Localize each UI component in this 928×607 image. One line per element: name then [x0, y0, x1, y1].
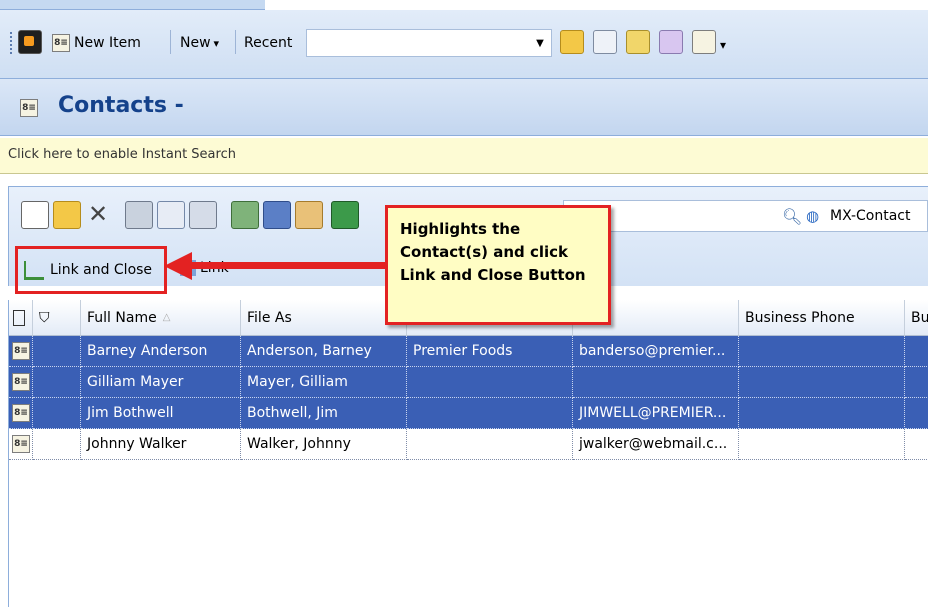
- file-as-cell: Mayer, Gilliam: [241, 367, 407, 398]
- search-icon[interactable]: 🔍︎: [782, 207, 802, 226]
- edit-folder-icon[interactable]: [659, 30, 683, 54]
- full-name-cell: Johnny Walker: [81, 429, 241, 460]
- file-as-cell: Bothwell, Jim: [241, 398, 407, 429]
- company-cell: [407, 367, 573, 398]
- contact-card-icon: 8≡: [12, 342, 30, 360]
- column-header-label: Bu: [911, 309, 928, 326]
- business-fax-cell: [905, 429, 928, 460]
- table-row[interactable]: 8≡ Jim Bothwell Bothwell, Jim JIMWELL@PR…: [9, 398, 928, 429]
- org-chart-icon: [24, 260, 44, 280]
- business-phone-cell: [739, 367, 905, 398]
- column-header-file-as[interactable]: File As: [241, 300, 407, 336]
- business-fax-cell: [905, 398, 928, 429]
- column-header-business-phone[interactable]: Business Phone: [739, 300, 905, 336]
- callout-line: Contact(s) and click: [400, 243, 569, 261]
- callout-arrow: [180, 262, 390, 269]
- open-folder-icon[interactable]: [560, 30, 584, 54]
- contacts-icon: 8≡: [20, 99, 38, 117]
- toolbar-separator: [235, 30, 236, 54]
- delete-icon[interactable]: ✕: [85, 200, 111, 228]
- column-header-label: Business Phone: [745, 309, 855, 326]
- outlook-app-icon[interactable]: [18, 30, 42, 54]
- new-dropdown-button[interactable]: New ▾: [180, 31, 219, 55]
- full-name-cell: Barney Anderson: [81, 336, 241, 367]
- chevron-down-icon: ▾: [213, 36, 220, 50]
- details-icon[interactable]: [189, 201, 217, 229]
- callout-line: Link and Close Button: [400, 266, 586, 284]
- company-cell: [407, 398, 573, 429]
- new-document-icon[interactable]: [21, 201, 49, 229]
- instant-search-text: Click here to enable Instant Search: [8, 147, 236, 162]
- contact-card-icon: 8≡: [12, 435, 30, 453]
- flag-column-header[interactable]: ⛉: [33, 300, 81, 336]
- full-name-cell: Gilliam Mayer: [81, 367, 241, 398]
- column-header-label: Full Name: [87, 309, 157, 326]
- callout-line: Highlights the: [400, 220, 521, 238]
- link-and-close-label: Link and Close: [50, 262, 153, 278]
- find-icon[interactable]: [157, 201, 185, 229]
- contacts-grid: ⛉ Full Name △ File As Business Phone Bu …: [8, 300, 928, 607]
- contact-card-icon: 8≡: [52, 34, 70, 52]
- recent-dropdown-arrow-icon[interactable]: ▼: [530, 31, 550, 55]
- business-phone-cell: [739, 398, 905, 429]
- task-icon[interactable]: [295, 201, 323, 229]
- icon-column-header[interactable]: [9, 300, 33, 336]
- file-as-cell: Anderson, Barney: [241, 336, 407, 367]
- sort-ascending-icon: △: [162, 312, 171, 323]
- globe-icon: ◍: [806, 207, 820, 225]
- open-folder-icon[interactable]: [53, 201, 81, 229]
- business-fax-cell: [905, 336, 928, 367]
- form-icon[interactable]: [593, 30, 617, 54]
- email-cell: JIMWELL@PREMIER...: [573, 398, 739, 429]
- callout-arrow-head-icon: [164, 252, 192, 280]
- window-title-strip: [0, 0, 265, 10]
- instant-search-bar[interactable]: Click here to enable Instant Search: [0, 138, 928, 174]
- list-view-icon[interactable]: [125, 201, 153, 229]
- flag-cell[interactable]: [33, 367, 81, 398]
- flag-cell[interactable]: [33, 429, 81, 460]
- file-as-cell: Walker, Johnny: [241, 429, 407, 460]
- new-item-button[interactable]: 8≡ New Item: [52, 31, 141, 55]
- table-row[interactable]: 8≡ Barney Anderson Anderson, Barney Prem…: [9, 336, 928, 367]
- table-row[interactable]: 8≡ Gilliam Mayer Mayer, Gilliam: [9, 367, 928, 398]
- column-header-full-name[interactable]: Full Name △: [81, 300, 241, 336]
- flag-cell[interactable]: [33, 398, 81, 429]
- email-cell: banderso@premier...: [573, 336, 739, 367]
- address-book-icon[interactable]: [231, 201, 259, 229]
- recent-combo[interactable]: [306, 29, 552, 57]
- business-fax-cell: [905, 367, 928, 398]
- toolbar-overflow-icon[interactable]: ▾: [720, 38, 726, 52]
- flag-icon: ⛉: [39, 309, 50, 326]
- folder-combo-value: MX-Contact: [830, 208, 911, 224]
- page-title: Contacts -: [58, 93, 184, 118]
- email-cell: [573, 367, 739, 398]
- business-phone-cell: [739, 429, 905, 460]
- document-icon: [13, 309, 25, 326]
- instruction-callout: Highlights the Contact(s) and click Link…: [385, 205, 611, 325]
- contact-card-icon: 8≡: [12, 404, 30, 422]
- column-header-label: File As: [247, 309, 292, 326]
- recent-label: Recent: [244, 35, 293, 51]
- flag-cell[interactable]: [33, 336, 81, 367]
- new-label: New: [180, 35, 211, 51]
- new-item-label: New Item: [74, 35, 141, 51]
- company-cell: Premier Foods: [407, 336, 573, 367]
- toolbar-grip[interactable]: [10, 32, 13, 54]
- contact-card-icon[interactable]: [692, 30, 716, 54]
- link-and-close-button[interactable]: Link and Close: [15, 246, 167, 294]
- email-cell: jwalker@webmail.c...: [573, 429, 739, 460]
- contact-card-icon: 8≡: [12, 373, 30, 391]
- toolbar-separator: [170, 30, 171, 54]
- company-cell: [407, 429, 573, 460]
- lock-folder-icon[interactable]: [626, 30, 650, 54]
- excel-icon[interactable]: [331, 201, 359, 229]
- calendar-icon[interactable]: [263, 201, 291, 229]
- column-header-business-fax[interactable]: Bu: [905, 300, 928, 336]
- folder-header: 8≡ Contacts -: [0, 78, 928, 136]
- business-phone-cell: [739, 336, 905, 367]
- folder-combo[interactable]: 🔍︎ ◍ MX-Contact: [563, 200, 928, 232]
- table-row[interactable]: 8≡ Johnny Walker Walker, Johnny jwalker@…: [9, 429, 928, 460]
- full-name-cell: Jim Bothwell: [81, 398, 241, 429]
